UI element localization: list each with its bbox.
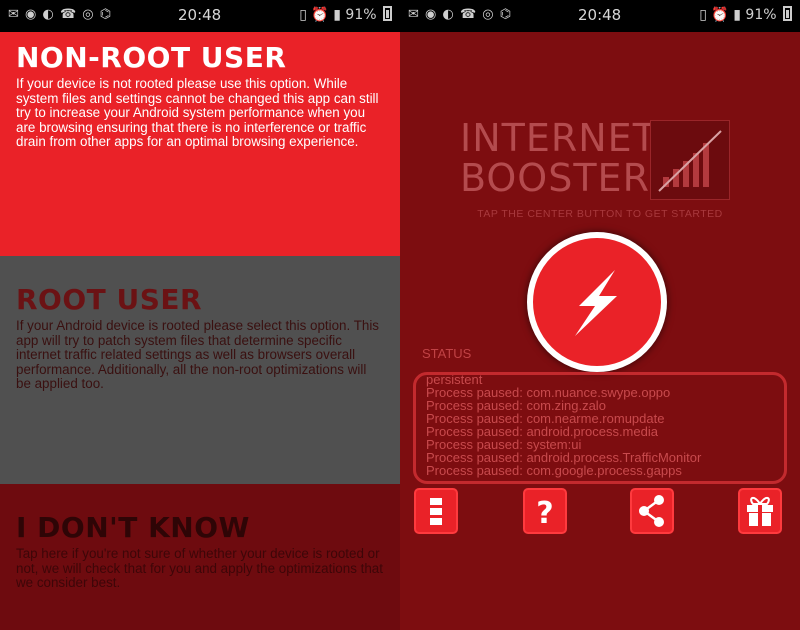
app-brand: INTERNET BOOSTER: [460, 118, 657, 198]
status-right: ▯ ⏰ ▮ 91%: [699, 6, 792, 23]
menu-icon: [430, 498, 442, 525]
option-title: I DON'T KNOW: [16, 511, 250, 544]
option-description: Tap here if you're not sure of whether y…: [16, 546, 383, 591]
status-label: STATUS: [422, 346, 472, 361]
option-description: If your Android device is rooted please …: [16, 318, 379, 392]
status-right: ▯ ⏰ ▮ 91%: [299, 6, 392, 23]
battery-icon: [783, 6, 792, 21]
battery-percent: 91%: [345, 7, 377, 23]
share-icon: [639, 495, 664, 527]
share-button[interactable]: [630, 488, 674, 534]
notification-icons: ✉ ◉ ◐ ☎ ◎ ⌬: [408, 7, 513, 22]
battery-percent: 91%: [745, 7, 777, 23]
status-time: 20:48: [578, 6, 622, 24]
option-title: NON-ROOT USER: [16, 41, 287, 74]
status-bar: ✉ ◉ ◐ ☎ ◎ ⌬ 20:48 ▯ ⏰ ▮ 91%: [0, 0, 400, 32]
gift-icon: [747, 497, 773, 526]
signal-bars-logo-icon: [650, 120, 730, 200]
lightning-icon: [575, 270, 617, 336]
status-bar: ✉ ◉ ◐ ☎ ◎ ⌬ 20:48 ▯ ⏰ ▮ 91%: [400, 0, 800, 32]
sim-icon: ▯: [699, 7, 707, 23]
status-time: 20:48: [178, 6, 222, 24]
battery-icon: [383, 6, 392, 21]
boost-button[interactable]: [527, 232, 667, 372]
help-icon: ?: [536, 496, 553, 531]
status-line: Process paused: com.google.process.gapps: [426, 463, 682, 478]
signal-icon: ▮: [333, 7, 341, 23]
root-user-option[interactable]: ROOT USER If your Android device is root…: [0, 256, 400, 484]
status-log[interactable]: persistent Process paused: com.nuance.sw…: [413, 372, 787, 484]
alarm-icon: ⏰: [711, 7, 729, 23]
option-description: If your device is not rooted please use …: [16, 76, 379, 150]
alarm-icon: ⏰: [311, 7, 329, 23]
option-title: ROOT USER: [16, 283, 203, 316]
help-button[interactable]: ?: [523, 488, 567, 534]
svg-text:?: ?: [536, 496, 553, 531]
brand-line-2: BOOSTER: [460, 156, 650, 200]
signal-icon: ▮: [733, 7, 741, 23]
brand-line-1: INTERNET: [460, 116, 657, 160]
right-screen: ✉ ◉ ◐ ☎ ◎ ⌬ 20:48 ▯ ⏰ ▮ 91% INTERNET BOO…: [400, 0, 800, 630]
left-screen: ✉ ◉ ◐ ☎ ◎ ⌬ 20:48 ▯ ⏰ ▮ 91% NON-ROOT USE…: [0, 0, 400, 630]
sim-icon: ▯: [299, 7, 307, 23]
dont-know-option[interactable]: I DON'T KNOW Tap here if you're not sure…: [0, 484, 400, 630]
tagline: TAP THE CENTER BUTTON TO GET STARTED: [477, 208, 723, 220]
notification-icons: ✉ ◉ ◐ ☎ ◎ ⌬: [8, 7, 113, 22]
non-root-user-option[interactable]: NON-ROOT USER If your device is not root…: [0, 32, 400, 256]
gift-button[interactable]: [738, 488, 782, 534]
menu-button[interactable]: [414, 488, 458, 534]
